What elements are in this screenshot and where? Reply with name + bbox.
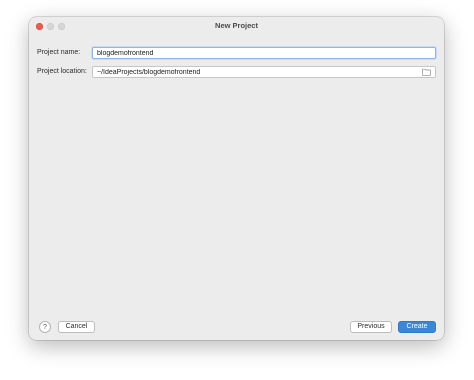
new-project-dialog: New Project Project name: Project locati… <box>29 17 444 340</box>
help-button[interactable]: ? <box>39 321 51 333</box>
folder-icon[interactable] <box>422 68 431 76</box>
project-name-row: Project name: <box>37 47 436 61</box>
project-location-label: Project location: <box>37 68 87 75</box>
project-name-input[interactable] <box>92 47 436 59</box>
project-location-row: Project location: <box>37 66 436 80</box>
project-location-input[interactable] <box>92 66 436 78</box>
window-title: New Project <box>215 21 258 30</box>
cancel-button[interactable]: Cancel <box>58 321 95 333</box>
project-name-label: Project name: <box>37 49 81 56</box>
dialog-footer: ? Cancel Previous Create <box>29 318 444 340</box>
create-button[interactable]: Create <box>398 321 436 333</box>
title-bar: New Project <box>29 17 444 37</box>
previous-button[interactable]: Previous <box>350 321 392 333</box>
